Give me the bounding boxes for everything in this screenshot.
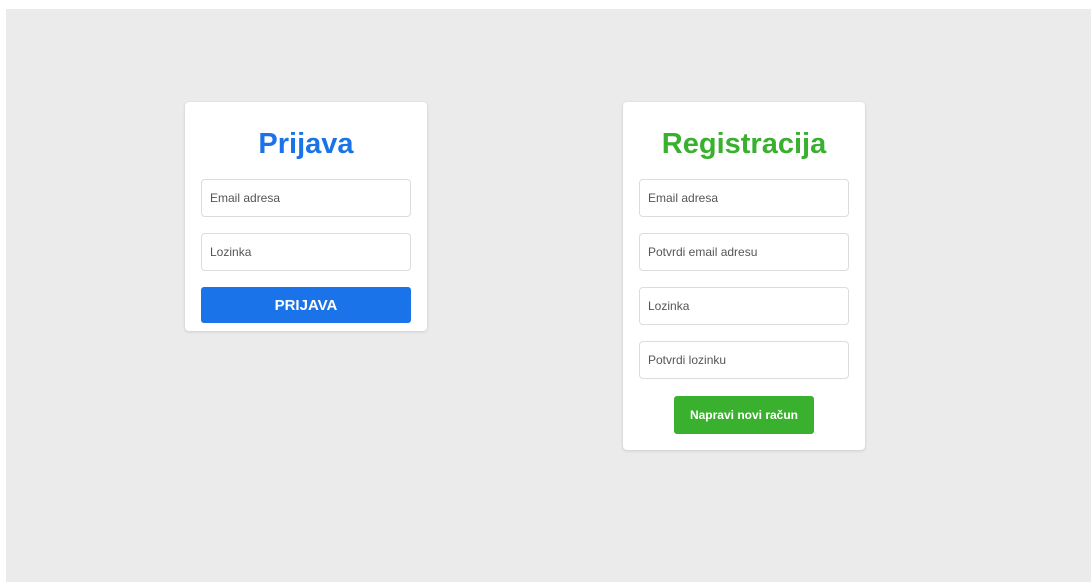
- login-card: Prijava PRIJAVA: [185, 102, 427, 331]
- register-card: Registracija Napravi novi račun: [623, 102, 865, 450]
- register-title: Registracija: [661, 128, 827, 160]
- page-background: Prijava PRIJAVA Registracija Napravi nov…: [6, 9, 1091, 582]
- register-password-input[interactable]: [639, 287, 849, 325]
- login-title: Prijava: [258, 128, 354, 160]
- login-password-input[interactable]: [201, 233, 411, 271]
- register-confirm-email-input[interactable]: [639, 233, 849, 271]
- create-account-button[interactable]: Napravi novi račun: [674, 396, 814, 434]
- register-confirm-password-input[interactable]: [639, 341, 849, 379]
- login-email-input[interactable]: [201, 179, 411, 217]
- register-email-input[interactable]: [639, 179, 849, 217]
- login-button[interactable]: PRIJAVA: [201, 287, 411, 323]
